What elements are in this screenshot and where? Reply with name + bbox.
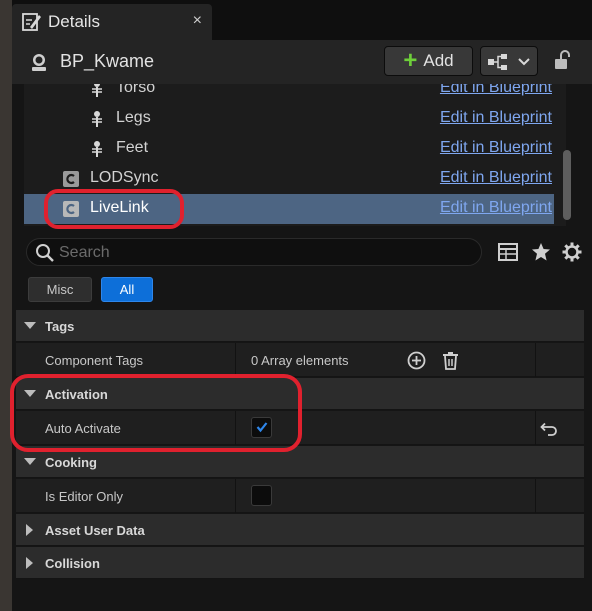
category-title: Tags (45, 319, 75, 334)
component-name: Torso (116, 84, 156, 96)
column-divider (535, 411, 536, 445)
property-label: Component Tags (45, 353, 144, 368)
trash-icon[interactable] (441, 351, 460, 370)
tab-details[interactable]: Details × (12, 4, 212, 40)
edit-in-blueprint-link[interactable]: Edit in Blueprint (440, 199, 552, 217)
category-title: Collision (45, 556, 100, 571)
chevron-down-icon (518, 58, 530, 66)
reset-to-default-icon[interactable] (539, 419, 558, 438)
filter-misc-button[interactable]: Misc (28, 277, 92, 302)
property-label: Is Editor Only (45, 489, 124, 504)
edit-in-blueprint-link[interactable]: Edit in Blueprint (440, 84, 552, 97)
bone-icon (92, 141, 102, 157)
component-name: Feet (116, 139, 149, 156)
blueprint-options-button[interactable] (480, 46, 538, 76)
add-component-button[interactable]: + Add (384, 46, 473, 76)
highlight-livelink (44, 189, 184, 229)
category-title: Cooking (45, 455, 97, 470)
pencil-icon (22, 13, 41, 31)
details-panel: Details × BP_Kwame + Add Torso Edit in B… (10, 0, 592, 611)
plus-icon: + (403, 47, 418, 74)
component-list-scrollbar[interactable] (563, 150, 571, 220)
property-row-component-tags: Component Tags 0 Array elements (16, 343, 584, 377)
is-editor-only-checkbox[interactable] (251, 485, 272, 506)
hierarchy-icon (488, 54, 507, 70)
property-row-is-editor-only: Is Editor Only (16, 479, 584, 513)
search-icon (36, 244, 54, 262)
column-divider (535, 343, 536, 377)
lock-icon[interactable] (552, 50, 572, 72)
close-icon[interactable]: × (193, 12, 202, 30)
collapse-arrow-icon (26, 557, 33, 569)
component-row-feet[interactable]: Feet Edit in Blueprint (24, 134, 554, 164)
edit-in-blueprint-link[interactable]: Edit in Blueprint (440, 109, 552, 127)
gear-icon[interactable] (562, 242, 582, 262)
column-divider (535, 479, 536, 513)
component-row-legs[interactable]: Legs Edit in Blueprint (24, 104, 554, 134)
category-asset-user-data[interactable]: Asset User Data (16, 514, 584, 546)
edit-in-blueprint-link[interactable]: Edit in Blueprint (440, 169, 552, 187)
expand-arrow-icon (24, 322, 36, 329)
component-name: LODSync (90, 169, 159, 186)
component-name: Legs (116, 109, 151, 126)
bone-icon (92, 111, 102, 127)
category-collision[interactable]: Collision (16, 547, 584, 579)
background-strip (0, 0, 12, 611)
collapse-arrow-icon (26, 524, 33, 536)
category-title: Asset User Data (45, 523, 145, 538)
component-c-icon (63, 171, 79, 187)
table-view-icon[interactable] (498, 242, 518, 262)
star-icon[interactable] (531, 242, 551, 262)
category-tags[interactable]: Tags (16, 310, 584, 342)
highlight-activation (10, 374, 302, 452)
component-row-torso[interactable]: Torso Edit in Blueprint (24, 84, 554, 104)
details-header: BP_Kwame + Add (12, 40, 592, 84)
search-input[interactable] (59, 242, 459, 264)
tab-bar: Details × (12, 0, 592, 40)
actor-name: BP_Kwame (60, 51, 155, 71)
bone-icon (92, 84, 102, 97)
filter-all-button[interactable]: All (101, 277, 153, 302)
property-value: 0 Array elements (251, 353, 349, 368)
add-button-label: Add (423, 51, 454, 70)
edit-in-blueprint-link[interactable]: Edit in Blueprint (440, 139, 552, 157)
tab-title: Details (48, 12, 100, 31)
search-box[interactable] (26, 238, 482, 266)
column-divider (235, 479, 236, 513)
actor-icon (32, 54, 46, 71)
add-element-icon[interactable] (407, 351, 426, 370)
expand-arrow-icon (24, 458, 36, 465)
column-divider (235, 343, 236, 377)
